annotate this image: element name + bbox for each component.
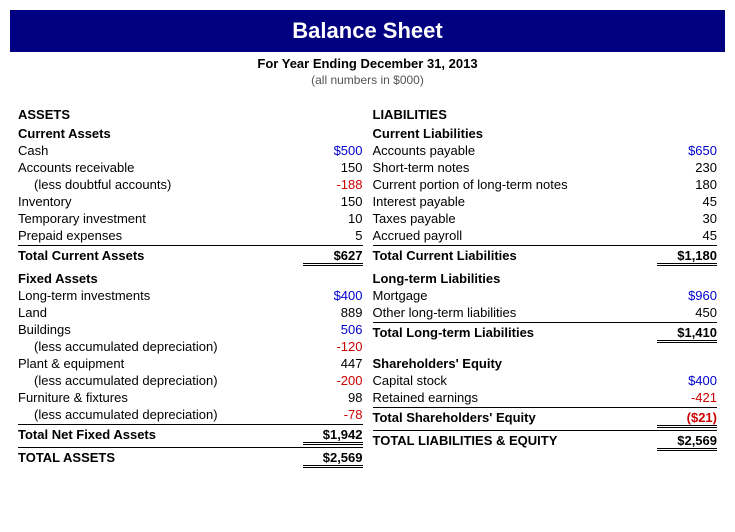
list-item: (less accumulated depreciation) -120 bbox=[18, 338, 363, 355]
total-long-term-liab: Total Long-term Liabilities $1,410 bbox=[373, 322, 718, 344]
list-item: (less accumulated depreciation) -78 bbox=[18, 406, 363, 423]
list-item: Cash $500 bbox=[18, 142, 363, 159]
list-item: Long-term investments $400 bbox=[18, 287, 363, 304]
list-item: Taxes payable 30 bbox=[373, 210, 718, 227]
list-item: Accrued payroll 45 bbox=[373, 227, 718, 244]
assets-section-label: ASSETS bbox=[18, 107, 363, 122]
liabilities-column: LIABILITIES Current Liabilities Accounts… bbox=[373, 105, 718, 469]
current-assets-label: Current Assets bbox=[18, 126, 363, 141]
list-item: (less accumulated depreciation) -200 bbox=[18, 372, 363, 389]
list-item: Current portion of long-term notes 180 bbox=[373, 176, 718, 193]
list-item: Furniture & fixtures 98 bbox=[18, 389, 363, 406]
list-item: Buildings 506 bbox=[18, 321, 363, 338]
list-item: Capital stock $400 bbox=[373, 372, 718, 389]
list-item: Mortgage $960 bbox=[373, 287, 718, 304]
header-box: Balance Sheet bbox=[10, 10, 725, 52]
list-item: Land 889 bbox=[18, 304, 363, 321]
list-item: Plant & equipment 447 bbox=[18, 355, 363, 372]
page-title: Balance Sheet bbox=[10, 18, 725, 44]
list-item: Retained earnings -421 bbox=[373, 389, 718, 406]
total-assets: TOTAL ASSETS $2,569 bbox=[18, 447, 363, 469]
subtitle: For Year Ending December 31, 2013 bbox=[10, 56, 725, 71]
total-current-liab: Total Current Liabilities $1,180 bbox=[373, 245, 718, 267]
equity-label: Shareholders' Equity bbox=[373, 356, 718, 371]
long-term-liab-label: Long-term Liabilities bbox=[373, 271, 718, 286]
subtitle2: (all numbers in $000) bbox=[10, 73, 725, 87]
list-item: (less doubtful accounts) -188 bbox=[18, 176, 363, 193]
list-item: Other long-term liabilities 450 bbox=[373, 304, 718, 321]
current-liab-label: Current Liabilities bbox=[373, 126, 718, 141]
total-liab-equity: TOTAL LIABILITIES & EQUITY $2,569 bbox=[373, 430, 718, 452]
total-current-assets: Total Current Assets $627 bbox=[18, 245, 363, 267]
list-item: Accounts payable $650 bbox=[373, 142, 718, 159]
list-item: Accounts receivable 150 bbox=[18, 159, 363, 176]
list-item: Short-term notes 230 bbox=[373, 159, 718, 176]
list-item: Temporary investment 10 bbox=[18, 210, 363, 227]
liabilities-section-label: LIABILITIES bbox=[373, 107, 718, 122]
list-item: Inventory 150 bbox=[18, 193, 363, 210]
assets-column: ASSETS Current Assets Cash $500 Accounts… bbox=[18, 105, 373, 469]
total-net-fixed: Total Net Fixed Assets $1,942 bbox=[18, 424, 363, 446]
list-item: Prepaid expenses 5 bbox=[18, 227, 363, 244]
fixed-assets-label: Fixed Assets bbox=[18, 271, 363, 286]
list-item: Interest payable 45 bbox=[373, 193, 718, 210]
total-equity: Total Shareholders' Equity ($21) bbox=[373, 407, 718, 429]
